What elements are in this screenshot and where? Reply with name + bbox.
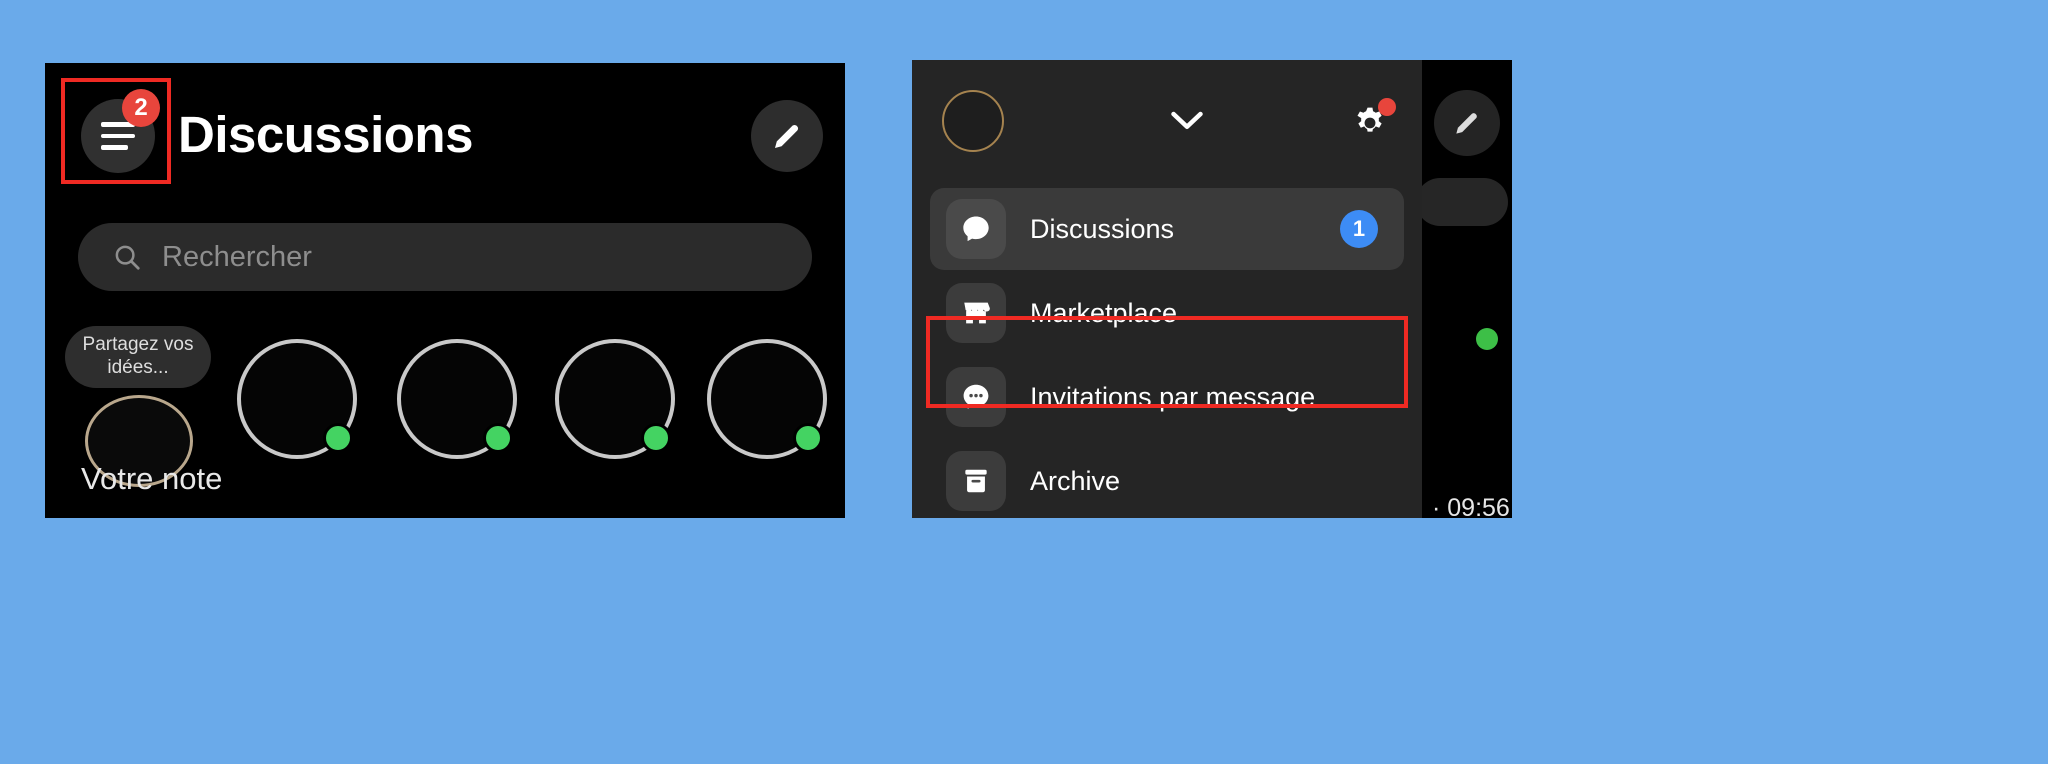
menu-item-marketplace[interactable]: Marketplace (930, 272, 1404, 354)
note-bubble-prompt[interactable]: Partagez vos idées... (65, 326, 211, 388)
avatar[interactable] (942, 90, 1004, 152)
online-status-dot (793, 423, 823, 453)
search-icon (115, 245, 140, 270)
online-status-dot (483, 423, 513, 453)
online-status-dot (641, 423, 671, 453)
right-panel-side-drawer: · 09:56 Discussions 1 Marketplace Invita… (912, 60, 1512, 518)
search-input[interactable]: Rechercher (78, 223, 812, 291)
menu-item-label: Discussions (1030, 213, 1175, 244)
storefront-icon (946, 283, 1006, 343)
background-conversation-strip: · 09:56 (1416, 60, 1512, 518)
your-note-label: Votre note (81, 461, 223, 496)
settings-notification-dot (1378, 98, 1396, 116)
search-placeholder: Rechercher (162, 240, 312, 273)
screenshot-canvas: 2 Discussions Rechercher Partagez vos id… (0, 0, 2048, 764)
story-avatar-1[interactable] (237, 339, 357, 459)
drawer-header (912, 60, 1422, 182)
background-search-pill (1416, 178, 1508, 226)
conversation-timestamp: · 09:56 (1432, 494, 1510, 518)
story-avatar-3[interactable] (555, 339, 675, 459)
compose-button[interactable] (751, 100, 823, 172)
story-avatar-4[interactable] (707, 339, 827, 459)
side-drawer: Discussions 1 Marketplace Invitations pa… (912, 60, 1422, 518)
drawer-menu-list: Discussions 1 Marketplace Invitations pa… (912, 188, 1422, 518)
compose-button[interactable] (1434, 90, 1500, 156)
story-avatar-2[interactable] (397, 339, 517, 459)
menu-item-invitations-par-message[interactable]: Invitations par message (930, 356, 1404, 438)
page-title: Discussions (178, 106, 473, 163)
left-panel-header: 2 Discussions (45, 63, 845, 218)
menu-item-label: Invitations par message (1030, 381, 1316, 412)
menu-item-badge: 1 (1340, 210, 1378, 248)
pencil-compose-icon (775, 124, 799, 148)
left-panel-discussions-screen: 2 Discussions Rechercher Partagez vos id… (45, 63, 845, 518)
menu-button[interactable]: 2 (65, 83, 167, 185)
menu-item-label: Archive (1030, 465, 1121, 496)
menu-badge: 2 (122, 89, 160, 127)
chat-bubble-icon (946, 199, 1006, 259)
menu-item-label: Marketplace (1030, 297, 1178, 328)
menu-item-archive[interactable]: Archive (930, 440, 1404, 518)
chevron-down-icon[interactable] (1168, 108, 1206, 132)
pencil-compose-icon (1456, 113, 1477, 134)
archive-box-icon (946, 451, 1006, 511)
online-status-dot (323, 423, 353, 453)
menu-item-discussions[interactable]: Discussions 1 (930, 188, 1404, 270)
chat-bubble-dots-icon (946, 367, 1006, 427)
online-status-dot (1476, 328, 1498, 350)
